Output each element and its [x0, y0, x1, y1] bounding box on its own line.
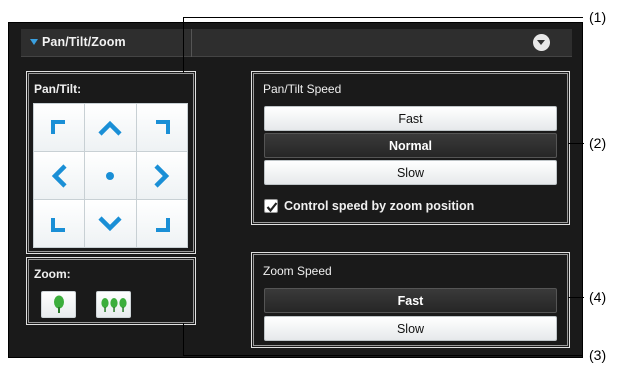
- pan-tilt-speed-normal-button[interactable]: Normal: [264, 133, 557, 158]
- corner-down-right-icon: [155, 217, 170, 232]
- pan-tilt-speed-title: Pan/Tilt Speed: [263, 82, 342, 96]
- zoom-speed-title: Zoom Speed: [263, 264, 332, 278]
- corner-down-left-icon: [51, 217, 66, 232]
- header-divider: [191, 29, 192, 57]
- callout-4-label: (4): [589, 289, 607, 305]
- chevron-down-icon: [98, 215, 123, 231]
- zoom-in-tree-icon: [53, 295, 64, 313]
- pan-tilt-speed-fast-button[interactable]: Fast: [264, 106, 557, 131]
- pan-down-right-button[interactable]: [136, 200, 187, 247]
- dot-icon: [106, 171, 115, 180]
- callout-3-line-v: [183, 323, 184, 355]
- ptz-header[interactable]: Pan/Tilt/Zoom: [21, 29, 572, 57]
- pan-right-button[interactable]: [136, 152, 187, 199]
- zoom-speed-slow-button[interactable]: Slow: [264, 316, 557, 341]
- circle-chevron-down-icon[interactable]: [533, 34, 550, 51]
- corner-up-left-icon: [51, 119, 66, 134]
- zoom-label: Zoom:: [34, 267, 71, 281]
- chevron-up-icon: [98, 120, 123, 136]
- pan-down-left-button[interactable]: [34, 200, 85, 247]
- pan-up-left-button[interactable]: [34, 104, 85, 151]
- panel-title: Pan/Tilt/Zoom: [42, 35, 126, 49]
- callout-1-line-h: [183, 17, 583, 18]
- tilt-down-button[interactable]: [85, 200, 136, 247]
- callout-1-line-v: [183, 17, 184, 73]
- zoom-in-button[interactable]: [41, 291, 76, 318]
- corner-up-right-icon: [155, 119, 170, 134]
- chevron-left-icon: [51, 163, 67, 188]
- zoom-out-trees-icon: [100, 297, 127, 312]
- callout-4-line: [568, 297, 584, 298]
- pan-tilt-label: Pan/Tilt:: [34, 82, 82, 96]
- zoom-speed-fast-button[interactable]: Fast: [264, 288, 557, 313]
- callout-3-line-h: [183, 355, 583, 356]
- home-position-button[interactable]: [85, 152, 136, 199]
- callout-1-label: (1): [589, 9, 607, 25]
- tilt-up-button[interactable]: [85, 104, 136, 151]
- pan-left-button[interactable]: [34, 152, 85, 199]
- pan-tilt-speed-slow-button[interactable]: Slow: [264, 160, 557, 185]
- pan-up-right-button[interactable]: [136, 104, 187, 151]
- callout-2-label: (2): [589, 135, 607, 151]
- callout-3-label: (3): [589, 347, 607, 363]
- control-speed-checkbox[interactable]: [264, 199, 278, 213]
- control-speed-label: Control speed by zoom position: [284, 199, 475, 213]
- callout-2-line: [568, 143, 584, 144]
- triangle-down-icon: [30, 39, 38, 45]
- checkmark-icon: [266, 202, 278, 213]
- chevron-right-icon: [154, 163, 169, 188]
- pan-tilt-pad: [33, 103, 188, 248]
- zoom-out-button[interactable]: [96, 291, 131, 318]
